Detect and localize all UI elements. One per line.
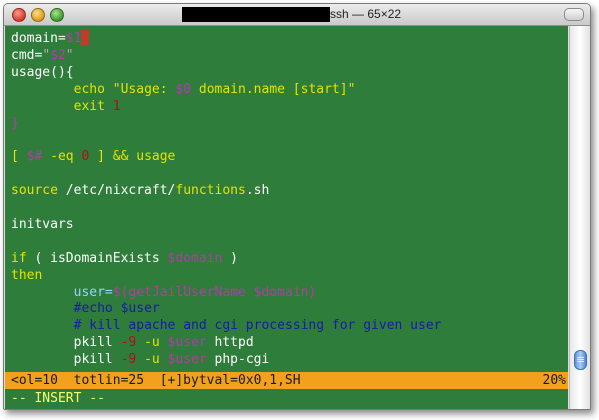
terminal-window: ssh — 65×22 domain=$1 cmd="$2" usage(){ ec… xyxy=(3,3,591,410)
editor-line: pkill -9 -u $user httpd xyxy=(11,334,254,351)
title-bar[interactable]: ssh — 65×22 xyxy=(4,4,590,26)
code-token: httpd xyxy=(206,335,254,351)
code-token: #echo $user xyxy=(73,301,160,317)
minimize-icon xyxy=(32,9,44,21)
code-token: then xyxy=(11,267,43,283)
code-token: $user xyxy=(167,335,207,351)
code-token: ) xyxy=(308,284,317,300)
code-token: $2 xyxy=(50,47,66,63)
code-token: ] xyxy=(97,149,105,165)
code-token: # kill apache and cgi processing for giv… xyxy=(73,318,442,334)
code-token: -eq xyxy=(50,149,74,165)
code-token: $domain xyxy=(253,284,309,300)
code-token: initvars xyxy=(11,216,74,232)
vertical-scrollbar[interactable] xyxy=(569,26,590,409)
status-percent: 20% xyxy=(542,373,566,388)
code-token: /etc/nixcraft/ xyxy=(57,183,176,199)
editor-line: usage(){ xyxy=(11,64,74,81)
mode-indicator: -- INSERT -- xyxy=(11,391,105,406)
code-token: $user xyxy=(167,352,207,368)
editor-line: then xyxy=(11,267,42,284)
editor-line: if ( isDomainExists $domain ) xyxy=(11,250,238,267)
code-token: "Usage: xyxy=(112,81,176,97)
editor-line: } xyxy=(11,115,19,132)
code-token: usage(){ xyxy=(11,64,74,80)
editor-line: domain=$1 xyxy=(11,30,90,47)
code-token: getJailUserName xyxy=(128,284,246,300)
code-token: -u xyxy=(144,352,160,368)
redacted-title-block xyxy=(182,7,330,22)
code-token: .sh xyxy=(245,183,270,199)
code-token: exit xyxy=(73,98,105,114)
code-token: -9 xyxy=(120,335,137,351)
code-token: functions xyxy=(175,183,246,199)
editor-line: source /etc/nixcraft/functions.sh xyxy=(11,182,269,199)
code-token: if xyxy=(11,250,27,266)
status-info: <ol=10 totlin=25 [+]bytval=0x0,1,SH xyxy=(11,373,301,388)
code-token: $( xyxy=(112,284,129,300)
code-token: source xyxy=(11,183,58,199)
code-token: ( isDomainExists xyxy=(26,250,168,266)
code-token: $1 xyxy=(65,31,82,46)
code-token: domain= xyxy=(11,31,66,46)
editor-line: user=$(getJailUserName $domain) xyxy=(11,284,317,301)
minimize-button[interactable] xyxy=(31,8,45,22)
editor-line: cmd="$2" xyxy=(11,47,74,64)
code-token: [ xyxy=(11,149,19,165)
close-button[interactable] xyxy=(12,8,26,22)
editor-line: exit 1 xyxy=(11,98,121,115)
editor-line: #echo $user xyxy=(11,300,160,317)
editor-line: pkill -9 -u $user php-cgi xyxy=(11,351,270,368)
code-token: -9 xyxy=(120,352,137,368)
code-token: usage xyxy=(136,149,176,165)
code-token: $domain xyxy=(167,250,223,266)
code-token: domain.name [start]" xyxy=(191,81,356,97)
code-token: ) xyxy=(222,250,238,266)
code-token: pkill xyxy=(11,352,121,368)
code-token: $# xyxy=(26,149,43,165)
code-token: } xyxy=(11,115,19,131)
zoom-icon xyxy=(51,9,63,21)
code-token: php-cgi xyxy=(206,352,270,368)
editor-line: [ $# -eq 0 ] && usage xyxy=(11,148,175,165)
zoom-button[interactable] xyxy=(50,8,64,22)
code-token: $0 xyxy=(175,81,192,97)
close-icon xyxy=(13,9,25,21)
code-token: " xyxy=(65,47,74,63)
toolbar-toggle-button[interactable] xyxy=(564,8,584,21)
editor-line: # kill apache and cgi processing for giv… xyxy=(11,317,442,334)
code-token: cmd= xyxy=(11,47,43,63)
scrollbar-thumb[interactable] xyxy=(574,350,587,370)
code-token: && xyxy=(112,149,129,165)
vim-status-line: <ol=10 totlin=25 [+]bytval=0x0,1,SH 20% xyxy=(5,372,568,389)
text-cursor xyxy=(81,30,90,45)
code-token: user= xyxy=(73,284,113,300)
vim-text-area[interactable]: domain=$1 cmd="$2" usage(){ echo "Usage: $… xyxy=(5,26,568,409)
code-token: " xyxy=(42,47,51,63)
editor-line: echo "Usage: $0 domain.name [start]" xyxy=(11,81,356,98)
code-token: 1 xyxy=(112,98,121,114)
code-token: pkill xyxy=(11,335,121,351)
code-token: echo xyxy=(73,81,105,97)
vim-mode-line: -- INSERT -- xyxy=(5,389,568,409)
code-token: -u xyxy=(144,335,160,351)
window-title: ssh — 65×22 xyxy=(330,7,402,21)
editor-line: initvars xyxy=(11,216,74,233)
